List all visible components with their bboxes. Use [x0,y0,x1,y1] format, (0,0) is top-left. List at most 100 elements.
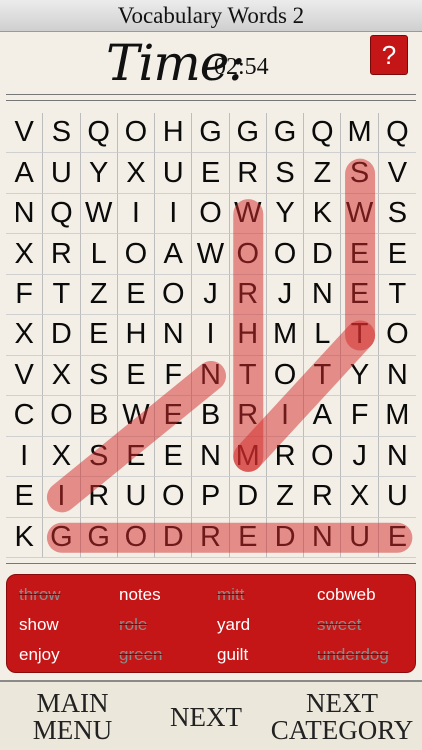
grid-cell[interactable]: R [229,274,267,316]
grid-cell[interactable]: O [155,274,193,316]
grid-cell[interactable]: Q [43,193,81,235]
grid-cell[interactable]: O [229,234,267,275]
grid-cell[interactable]: E [378,518,416,558]
grid-cell[interactable]: E [6,477,44,518]
grid-cell[interactable]: S [266,153,305,194]
grid-cell[interactable]: X [6,315,44,356]
grid-cell[interactable]: M [378,396,416,437]
grid-cell[interactable]: I [155,193,193,235]
grid-cell[interactable]: K [304,193,342,235]
grid-cell[interactable]: N [155,315,193,356]
grid-cell[interactable]: N [304,274,342,316]
grid-cell[interactable]: O [266,355,305,397]
grid-cell[interactable]: Z [304,153,342,194]
grid-cell[interactable]: R [43,234,81,275]
grid-cell[interactable]: E [341,234,379,275]
grid-cell[interactable]: U [378,477,416,518]
grid-cell[interactable]: L [304,315,342,356]
grid-cell[interactable]: N [6,193,44,235]
grid-cell[interactable]: R [80,477,118,518]
grid-cell[interactable]: A [6,153,44,194]
grid-cell[interactable]: S [80,436,118,478]
grid-cell[interactable]: G [266,113,305,154]
grid-cell[interactable]: X [43,436,81,478]
grid-cell[interactable]: M [341,113,379,154]
grid-cell[interactable]: E [117,355,156,397]
grid-cell[interactable]: I [192,315,230,356]
grid-cell[interactable]: Q [304,113,342,154]
grid-cell[interactable]: F [155,355,193,397]
grid-cell[interactable]: S [378,194,416,235]
grid-cell[interactable]: O [117,517,156,558]
grid-cell[interactable]: V [6,113,44,154]
grid-cell[interactable]: U [43,153,81,194]
grid-cell[interactable]: E [117,274,156,316]
grid-cell[interactable]: I [43,477,81,518]
grid-cell[interactable]: N [378,356,416,397]
grid-cell[interactable]: W [341,193,379,235]
grid-cell[interactable]: T [43,274,81,316]
help-button[interactable]: ? [370,35,408,75]
grid-cell[interactable]: E [229,517,267,558]
grid-cell[interactable]: G [80,517,118,558]
grid-cell[interactable]: A [304,396,342,437]
grid-cell[interactable]: O [117,113,156,154]
grid-cell[interactable]: Z [80,274,118,316]
grid-cell[interactable]: O [304,436,342,478]
grid-cell[interactable]: I [6,436,44,478]
next-category-button[interactable]: NEXT CATEGORY [262,682,422,750]
grid-cell[interactable]: D [266,517,305,558]
grid-cell[interactable]: M [229,436,267,478]
grid-cell[interactable]: R [304,477,342,518]
grid-cell[interactable]: L [80,234,118,275]
grid-cell[interactable]: M [266,315,305,356]
grid-cell[interactable]: R [229,396,267,437]
grid-cell[interactable]: D [43,315,81,356]
grid-cell[interactable]: B [80,396,118,437]
main-menu-button[interactable]: MAIN MENU [10,682,135,750]
grid-cell[interactable]: E [378,234,416,275]
grid-cell[interactable]: N [192,355,230,397]
grid-cell[interactable]: R [229,153,267,194]
grid-cell[interactable]: O [117,234,156,275]
grid-cell[interactable]: W [117,396,156,437]
grid-cell[interactable]: V [6,355,44,397]
grid-cell[interactable]: N [378,437,416,478]
grid-cell[interactable]: S [80,355,118,397]
grid-cell[interactable]: T [229,355,267,397]
grid-cell[interactable]: O [378,315,416,356]
grid-cell[interactable]: J [192,274,230,316]
grid-cell[interactable]: U [117,477,156,518]
grid-cell[interactable]: X [341,477,379,518]
grid-cell[interactable]: C [6,396,44,437]
grid-cell[interactable]: E [117,436,156,478]
grid-cell[interactable]: W [192,234,230,275]
grid-cell[interactable]: E [155,396,193,437]
grid-cell[interactable]: D [155,517,193,558]
grid-cell[interactable]: Y [80,153,118,194]
grid-cell[interactable]: V [378,153,416,194]
grid-cell[interactable]: E [192,153,230,194]
grid-cell[interactable]: D [229,477,267,518]
grid-cell[interactable]: O [266,234,305,275]
grid-cell[interactable]: F [6,274,44,316]
grid-cell[interactable]: G [229,113,267,154]
grid-cell[interactable]: O [155,477,193,518]
grid-cell[interactable]: Q [378,113,416,154]
grid-cell[interactable]: X [117,153,156,194]
grid-cell[interactable]: U [341,517,379,558]
grid-cell[interactable]: X [43,355,81,397]
grid-cell[interactable]: T [341,315,379,356]
grid-cell[interactable]: R [192,517,230,558]
next-button[interactable]: NEXT [150,682,262,750]
grid-cell[interactable]: J [266,274,305,316]
grid-cell[interactable]: Z [266,477,305,518]
grid-cell[interactable]: N [192,436,230,478]
grid-cell[interactable]: U [155,153,193,194]
grid-cell[interactable]: I [117,193,156,235]
grid-cell[interactable]: P [192,477,230,518]
grid-cell[interactable]: N [304,517,342,558]
grid-cell[interactable]: I [266,396,305,437]
grid-cell[interactable]: A [155,234,193,275]
grid-cell[interactable]: Y [341,355,379,397]
